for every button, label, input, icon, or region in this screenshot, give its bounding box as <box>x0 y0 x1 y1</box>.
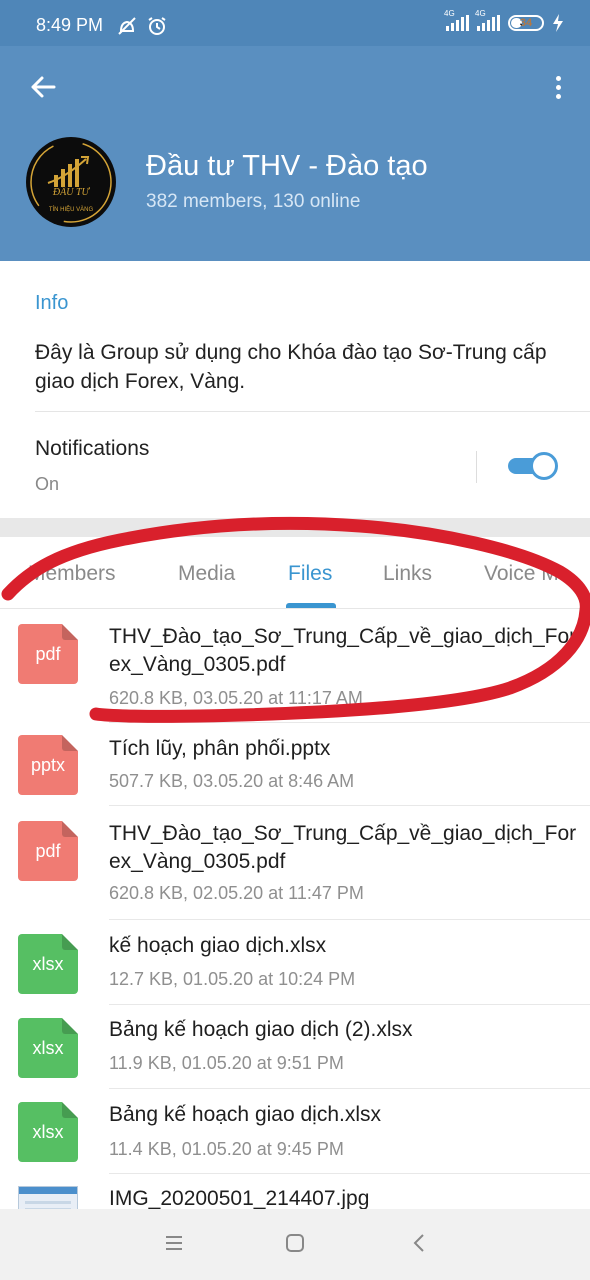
status-bar: 8:49 PM 4G 4G 34 <box>0 0 590 46</box>
file-name: Bảng kế hoạch giao dịch (2).xlsx <box>109 1018 413 1041</box>
pptx-file-icon: pptx <box>18 735 78 795</box>
alarm-icon <box>148 17 166 35</box>
status-icons-left <box>116 16 168 36</box>
divider <box>35 411 590 412</box>
more-options-icon[interactable] <box>548 70 568 104</box>
file-meta: 11.9 KB, 01.05.20 at 9:51 PM <box>109 1053 344 1073</box>
file-name: THV_Đào_tạo_Sơ_Trung_Cấp_về_giao_dịch_Fo… <box>109 822 577 873</box>
notifications-label[interactable]: Notifications <box>35 437 149 461</box>
group-title: Đầu tư THV - Đào tạo <box>146 150 428 182</box>
xlsx-file-icon: xlsx <box>18 1018 78 1078</box>
info-label: Info <box>35 292 69 314</box>
tab-files[interactable]: Files <box>288 562 332 586</box>
files-list: pdf THV_Đào_tạo_Sơ_Trung_Cấp_về_giao_dịc… <box>0 609 590 1209</box>
back-icon[interactable] <box>408 1231 432 1255</box>
group-avatar[interactable]: ĐẦU TƯ TÍN HIỆU VÀNG <box>26 137 116 227</box>
system-nav-bar <box>0 1209 590 1280</box>
avatar-line2: TÍN HIỆU VÀNG <box>49 205 94 213</box>
group-description: Đây là Group sử dụng cho Khóa đào tạo Sơ… <box>35 341 547 393</box>
file-row[interactable]: pptx Tích lũy, phân phối.pptx 507.7 KB, … <box>0 723 590 806</box>
file-meta: 507.7 KB, 03.05.20 at 8:46 AM <box>109 771 355 791</box>
tab-voice-messages[interactable]: Voice Ms <box>484 562 569 586</box>
notifications-status: On <box>35 474 60 494</box>
tab-links[interactable]: Links <box>383 562 432 586</box>
file-name: THV_Đào_tạo_Sơ_Trung_Cấp_về_giao_dịch_Fo… <box>109 625 577 676</box>
file-row[interactable]: pdf THV_Đào_tạo_Sơ_Trung_Cấp_về_giao_dịc… <box>0 609 590 723</box>
group-header: ĐẦU TƯ TÍN HIỆU VÀNG Đầu tư THV - Đào tạ… <box>0 46 590 261</box>
file-name: kế hoạch giao dịch.xlsx <box>109 934 327 957</box>
file-name: IMG_20200501_214407.jpg <box>109 1187 370 1209</box>
xlsx-file-icon: xlsx <box>18 1102 78 1162</box>
divider <box>476 451 477 483</box>
notifications-toggle[interactable] <box>506 452 558 480</box>
charging-icon <box>553 14 563 32</box>
signal-icon: 4G <box>444 9 469 31</box>
file-row[interactable]: IMG_20200501_214407.jpg <box>0 1174 590 1209</box>
status-time: 8:49 PM <box>36 15 104 35</box>
image-thumbnail <box>18 1186 78 1209</box>
file-name: Tích lũy, phân phối.pptx <box>109 737 331 760</box>
pdf-file-icon: pdf <box>18 624 78 684</box>
file-name: Bảng kế hoạch giao dịch.xlsx <box>109 1103 382 1126</box>
signal-icon-2: 4G <box>475 9 500 31</box>
recent-apps-icon[interactable] <box>162 1231 186 1255</box>
home-icon[interactable] <box>283 1231 307 1255</box>
file-row[interactable]: pdf THV_Đào_tạo_Sơ_Trung_Cấp_về_giao_dịc… <box>0 806 590 920</box>
group-member-count: 382 members, 130 online <box>146 191 361 212</box>
file-meta: 620.8 KB, 02.05.20 at 11:47 PM <box>109 883 364 903</box>
info-card: Info Đây là Group sử dụng cho Khóa đào t… <box>0 261 590 518</box>
pdf-file-icon: pdf <box>18 821 78 881</box>
tab-members[interactable]: Members <box>28 562 116 586</box>
shared-media-tabs: Members Media Files Links Voice Ms <box>0 537 590 609</box>
status-icons-right: 4G 4G 34 <box>444 9 564 32</box>
tab-media[interactable]: Media <box>178 562 235 586</box>
xlsx-file-icon: xlsx <box>18 934 78 994</box>
file-row[interactable]: xlsx Bảng kế hoạch giao dịch (2).xlsx 11… <box>0 1005 590 1089</box>
file-meta: 12.7 KB, 01.05.20 at 10:24 PM <box>109 969 356 989</box>
back-arrow-icon[interactable] <box>26 70 60 104</box>
file-meta: 11.4 KB, 01.05.20 at 9:45 PM <box>109 1139 344 1159</box>
file-meta: 620.8 KB, 03.05.20 at 11:17 AM <box>109 688 363 708</box>
file-row[interactable]: xlsx Bảng kế hoạch giao dịch.xlsx 11.4 K… <box>0 1089 590 1174</box>
file-row[interactable]: xlsx kế hoạch giao dịch.xlsx 12.7 KB, 01… <box>0 920 590 1005</box>
mute-icon <box>118 17 136 35</box>
avatar-line1: ĐẦU TƯ <box>52 186 91 198</box>
battery-icon: 34 <box>508 15 544 31</box>
